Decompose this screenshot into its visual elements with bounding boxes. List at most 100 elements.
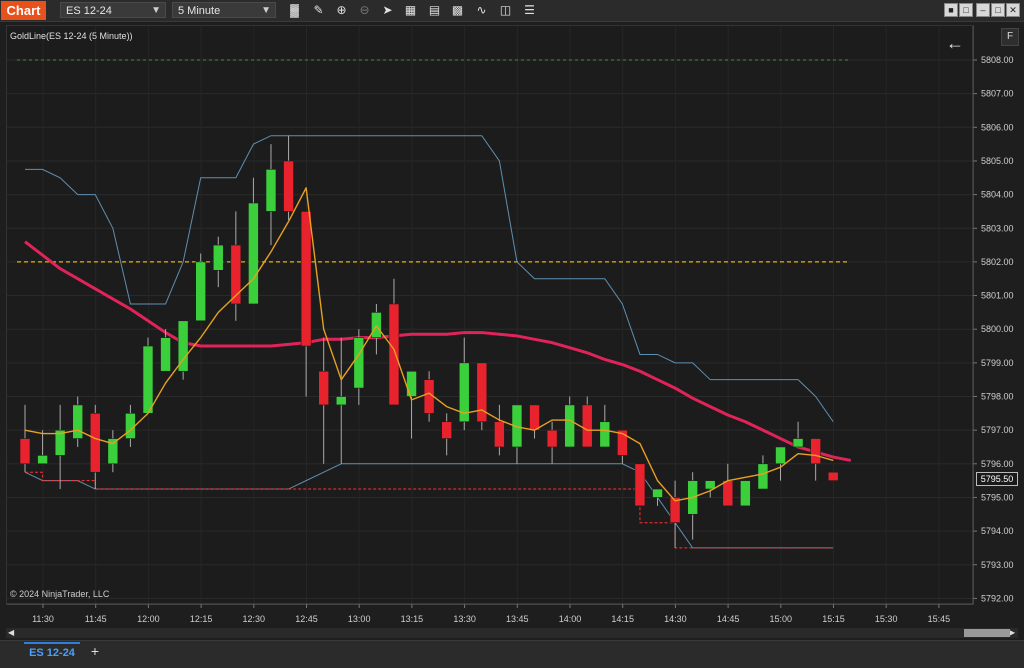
candle — [458, 337, 470, 431]
candle — [476, 362, 488, 431]
price-label: 5793.00 — [981, 560, 1014, 570]
candle-body — [37, 455, 48, 465]
scroll-left-icon[interactable]: ◀ — [8, 628, 14, 637]
candle-body — [160, 337, 171, 372]
time-label: 14:30 — [664, 614, 687, 624]
candle-body — [529, 404, 540, 431]
candle-body — [89, 413, 101, 473]
candle — [406, 370, 417, 439]
candle-body — [300, 211, 312, 347]
price-label: 5794.00 — [981, 526, 1014, 536]
time-label: 13:45 — [506, 614, 529, 624]
candle — [335, 337, 347, 464]
copyright-text: © 2024 NinjaTrader, LLC — [10, 589, 110, 599]
candle — [353, 329, 365, 405]
candle-body — [546, 429, 558, 448]
price-chart[interactable]: 5808.00 5807.00 5806.00 5805.00 5804.00 5803.… — [0, 0, 1024, 630]
candle — [177, 320, 189, 380]
candle — [248, 177, 259, 305]
candle-body — [441, 421, 452, 439]
candle-body — [722, 480, 734, 507]
candle-body — [19, 438, 31, 465]
candle-body — [195, 261, 206, 322]
back-arrow-icon[interactable]: ← — [946, 33, 964, 54]
candle — [634, 463, 646, 507]
candle-body — [388, 303, 400, 406]
candle — [740, 480, 751, 507]
candle-body — [581, 404, 593, 448]
goldline-series — [24, 187, 834, 502]
price-label: 5798.00 — [981, 392, 1014, 402]
candle-body — [652, 488, 663, 498]
candle-body — [283, 160, 294, 212]
time-label: 15:00 — [770, 614, 793, 624]
price-label: 5808.00 — [981, 55, 1014, 65]
scroll-thumb[interactable] — [964, 629, 1010, 637]
candle-body — [371, 312, 382, 338]
candle — [265, 144, 277, 246]
price-label: 5807.00 — [981, 89, 1014, 99]
candle — [371, 303, 382, 355]
grid-lines — [7, 26, 973, 604]
tab-es-12-24[interactable]: ES 12-24 — [24, 642, 80, 663]
price-axis: 5808.00 5807.00 5806.00 5805.00 5804.00 5803.… — [972, 26, 1014, 604]
candle — [581, 396, 593, 448]
time-label: 15:30 — [875, 614, 898, 624]
candle-body — [634, 463, 646, 507]
candle — [107, 430, 119, 473]
time-axis: 11:30 11:45 12:00 12:15 12:30 12:45 13:00 13:15… — [7, 603, 973, 624]
candle — [300, 211, 312, 397]
candle — [687, 472, 698, 540]
candle — [810, 438, 821, 481]
time-label: 13:15 — [401, 614, 424, 624]
time-label: 12:30 — [243, 614, 266, 624]
candle — [529, 404, 540, 439]
price-label: 5795.00 — [981, 492, 1014, 502]
candle-body — [740, 480, 751, 507]
candle-body — [792, 438, 804, 448]
candle-body — [335, 396, 347, 406]
time-label: 12:15 — [190, 614, 213, 624]
candle — [441, 413, 452, 456]
time-label: 14:45 — [717, 614, 740, 624]
price-label: 5802.00 — [981, 257, 1014, 267]
f-button[interactable]: F — [1001, 28, 1019, 46]
candle-body — [775, 446, 786, 465]
price-label: 5799.00 — [981, 358, 1014, 368]
price-label: 5796.00 — [981, 459, 1014, 469]
candle — [89, 404, 101, 490]
candle — [283, 135, 294, 220]
time-label: 14:00 — [559, 614, 582, 624]
price-label: 5805.00 — [981, 156, 1014, 166]
candle — [546, 421, 558, 464]
candle-body — [494, 421, 505, 448]
current-price-tag: 5795.50 — [976, 472, 1018, 486]
price-label: 5801.00 — [981, 291, 1014, 301]
candle — [669, 480, 681, 548]
indicator-label: GoldLine(ES 12-24 (5 Minute)) — [10, 31, 133, 41]
candle — [318, 337, 329, 464]
candle-body — [406, 370, 417, 397]
candle — [37, 430, 48, 465]
candle-body — [476, 362, 488, 423]
time-label: 15:15 — [822, 614, 845, 624]
add-tab-button[interactable]: + — [87, 643, 103, 659]
candle-body — [248, 202, 259, 305]
candle-body — [212, 244, 224, 271]
candle-body — [564, 404, 575, 448]
bottom-tab-bar: ES 12-24 + — [0, 640, 1024, 668]
candle-body — [318, 370, 329, 406]
candle-body — [757, 463, 769, 490]
candle — [388, 278, 400, 406]
candle-body — [704, 480, 716, 490]
time-label: 11:30 — [32, 614, 54, 624]
candle-body — [142, 345, 154, 414]
candle-body — [827, 471, 839, 481]
horizontal-scrollbar[interactable]: ◀ ▶ — [6, 628, 1018, 638]
goldline — [24, 187, 834, 502]
price-label: 5803.00 — [981, 223, 1014, 233]
price-label: 5797.00 — [981, 425, 1014, 435]
candle-body — [265, 169, 277, 212]
candle — [195, 253, 206, 322]
candle-body — [810, 438, 821, 465]
